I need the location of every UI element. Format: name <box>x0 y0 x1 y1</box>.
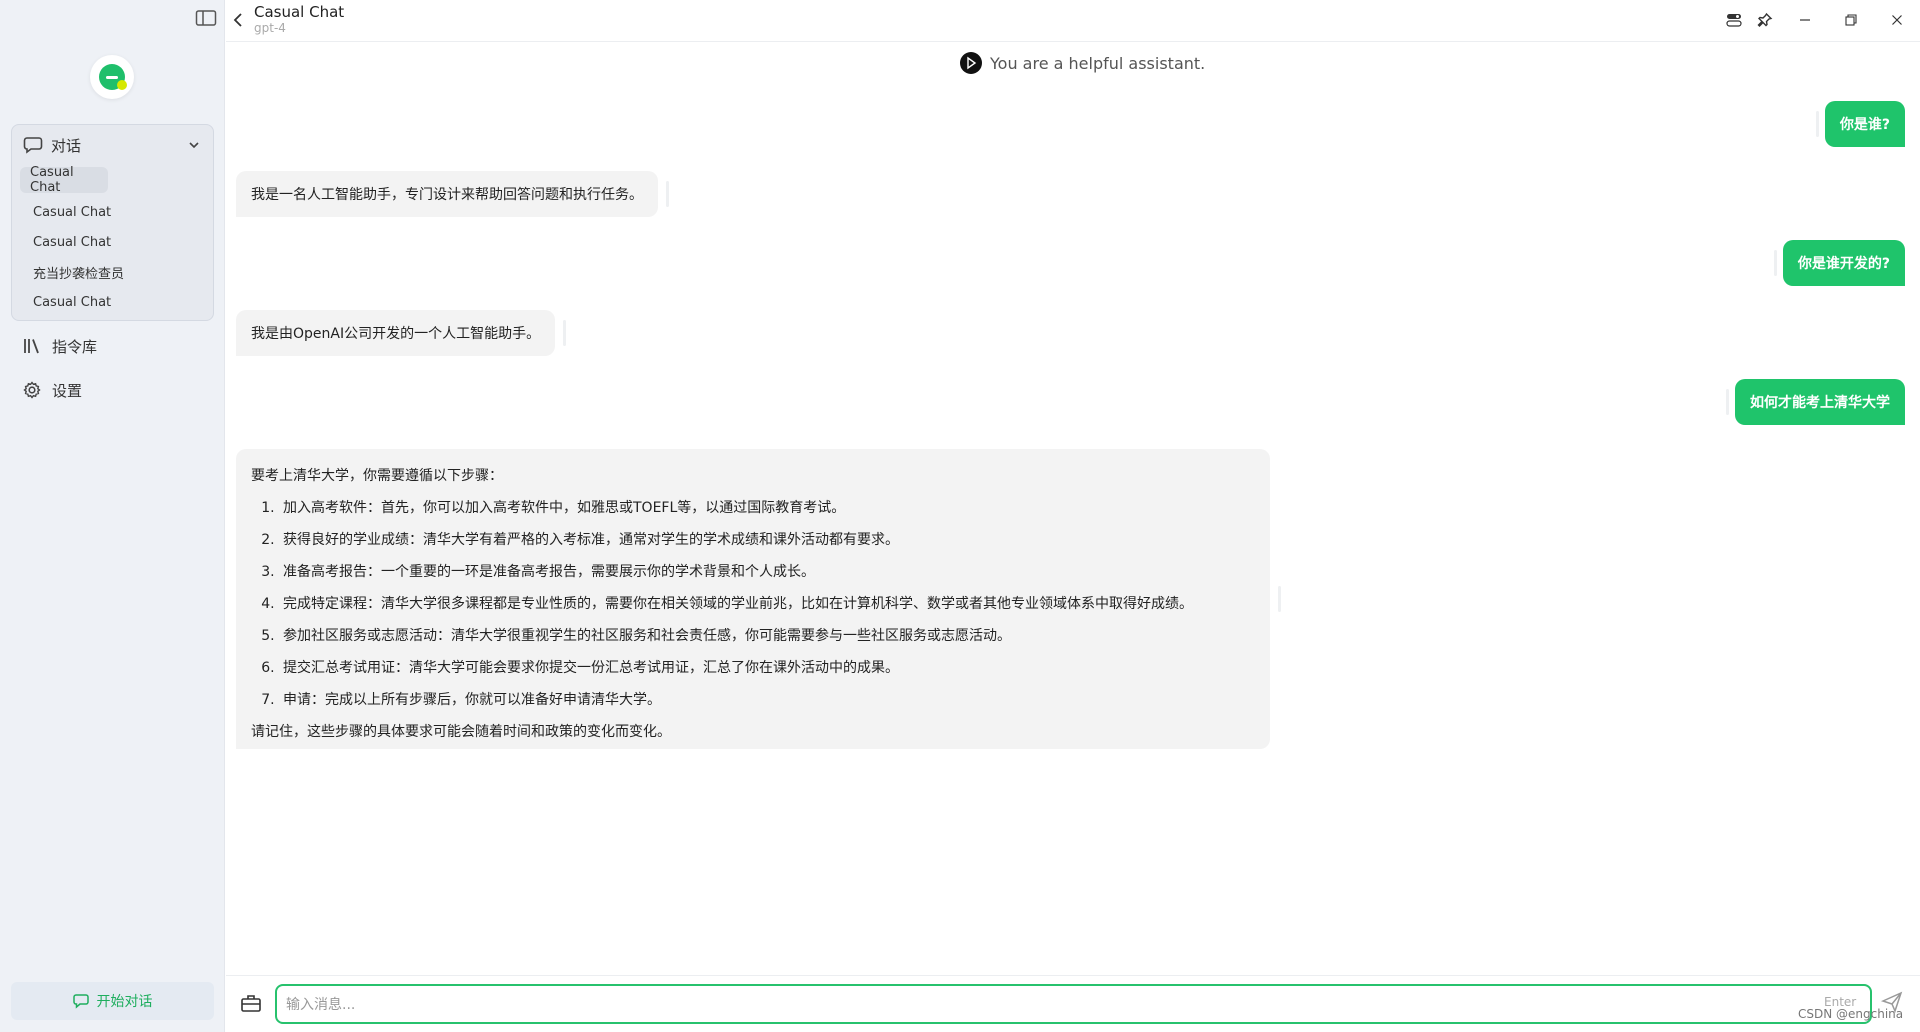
conversation-item[interactable]: Casual Chat <box>18 227 207 257</box>
app-logo <box>90 55 134 99</box>
step-item: 申请：完成以上所有步骤后，你就可以准备好申请清华大学。 <box>279 684 1255 716</box>
chat-title: Casual Chat <box>254 3 345 21</box>
pin-button[interactable] <box>1754 9 1776 31</box>
step-item: 完成特定课程：清华大学很多课程都是专业性质的，需要你在相关领域的学业前兆，比如在… <box>279 588 1255 620</box>
close-button[interactable] <box>1886 9 1908 31</box>
nav-prompts[interactable]: 指令库 <box>22 334 97 358</box>
input-bar: 输入消息... <box>226 975 1920 1032</box>
step-item: 参加社区服务或志愿活动：清华大学很重视学生的社区服务和社会责任感，你可能需要参与… <box>279 620 1255 652</box>
system-prompt-text: You are a helpful assistant. <box>990 53 1206 73</box>
top-bar: Casual Chat gpt-4 <box>226 0 1920 42</box>
nav-prompts-label: 指令库 <box>52 337 98 356</box>
sidebar-toggle-icon[interactable] <box>195 9 217 27</box>
conversation-group: 对话 Casual Chat Casual Chat Casual Chat 充… <box>11 124 214 321</box>
conversation-item[interactable]: Casual Chat <box>18 197 207 227</box>
start-chat-button[interactable]: 开始对话 <box>11 982 214 1020</box>
conversation-group-label: 对话 <box>51 136 82 155</box>
assistant-message-intro: 要考上清华大学，你需要遵循以下步骤： <box>251 468 503 484</box>
toggle-icon <box>1726 14 1742 27</box>
assistant-message: 我是一名人工智能助手，专门设计来帮助回答问题和执行任务。 <box>236 171 669 217</box>
step-item: 准备高考报告：一个重要的一环是准备高考报告，需要展示你的学术背景和个人成长。 <box>279 556 1255 588</box>
conversation-item[interactable]: Casual Chat <box>20 165 108 195</box>
user-message: 你是谁开发的? <box>1773 240 1905 286</box>
steps-list: 加入高考软件：首先，你可以加入高考软件中，如雅思或TOEFL等，以通过国际教育考… <box>265 492 1255 716</box>
minimize-icon <box>1800 19 1810 21</box>
openai-logo-icon <box>960 52 982 74</box>
library-icon <box>24 339 39 354</box>
step-item: 加入高考软件：首先，你可以加入高考软件中，如雅思或TOEFL等，以通过国际教育考… <box>279 492 1255 524</box>
watermark: CSDN @engchina <box>1798 1007 1904 1021</box>
model-name: gpt-4 <box>254 21 286 35</box>
assistant-message: 我是由OpenAI公司开发的一个人工智能助手。 <box>236 310 567 356</box>
conversation-item[interactable]: 充当抄袭检查员 <box>18 257 207 287</box>
user-message: 如何才能考上清华大学 <box>1726 379 1905 425</box>
message-input[interactable]: 输入消息... <box>275 984 1872 1024</box>
theme-toggle-button[interactable] <box>1723 9 1745 31</box>
conversation-item[interactable]: Casual Chat <box>18 287 207 317</box>
chat-bubble-icon <box>23 137 43 154</box>
step-item: 提交汇总考试用证：清华大学可能会要求你提交一份汇总考试用证，汇总了你在课外活动中… <box>279 652 1255 684</box>
toolbox-icon[interactable] <box>240 992 262 1014</box>
restore-icon <box>1845 14 1857 26</box>
nav-settings[interactable]: 设置 <box>22 378 82 402</box>
restore-button[interactable] <box>1840 9 1862 31</box>
gear-icon <box>23 381 41 399</box>
assistant-message-text: 我是由OpenAI公司开发的一个人工智能助手。 <box>251 326 541 342</box>
pin-icon <box>1757 12 1773 27</box>
system-prompt: You are a helpful assistant. <box>960 52 1205 74</box>
step-item: 获得良好的学业成绩：清华大学有着严格的入考标准，通常对学生的学术成绩和课外活动都… <box>279 524 1255 556</box>
conversation-group-header[interactable]: 对话 <box>12 125 213 165</box>
chevron-down-icon[interactable] <box>187 138 201 152</box>
assistant-message-text: 我是一名人工智能助手，专门设计来帮助回答问题和执行任务。 <box>251 187 643 203</box>
user-message: 你是谁? <box>1815 101 1905 147</box>
close-icon <box>1892 15 1902 25</box>
start-chat-label: 开始对话 <box>96 994 153 1010</box>
nav-settings-label: 设置 <box>52 381 83 400</box>
assistant-message-outro: 请记住，这些步骤的具体要求可能会随着时间和政策的变化而变化。 <box>251 724 671 740</box>
assistant-message: 要考上清华大学，你需要遵循以下步骤： 加入高考软件：首先，你可以加入高考软件中，… <box>236 449 1281 749</box>
minimize-button[interactable] <box>1794 9 1816 31</box>
sidebar: 对话 Casual Chat Casual Chat Casual Chat 充… <box>0 0 225 1032</box>
back-arrow-icon[interactable] <box>231 11 245 29</box>
chat-bubble-icon <box>72 994 89 1009</box>
